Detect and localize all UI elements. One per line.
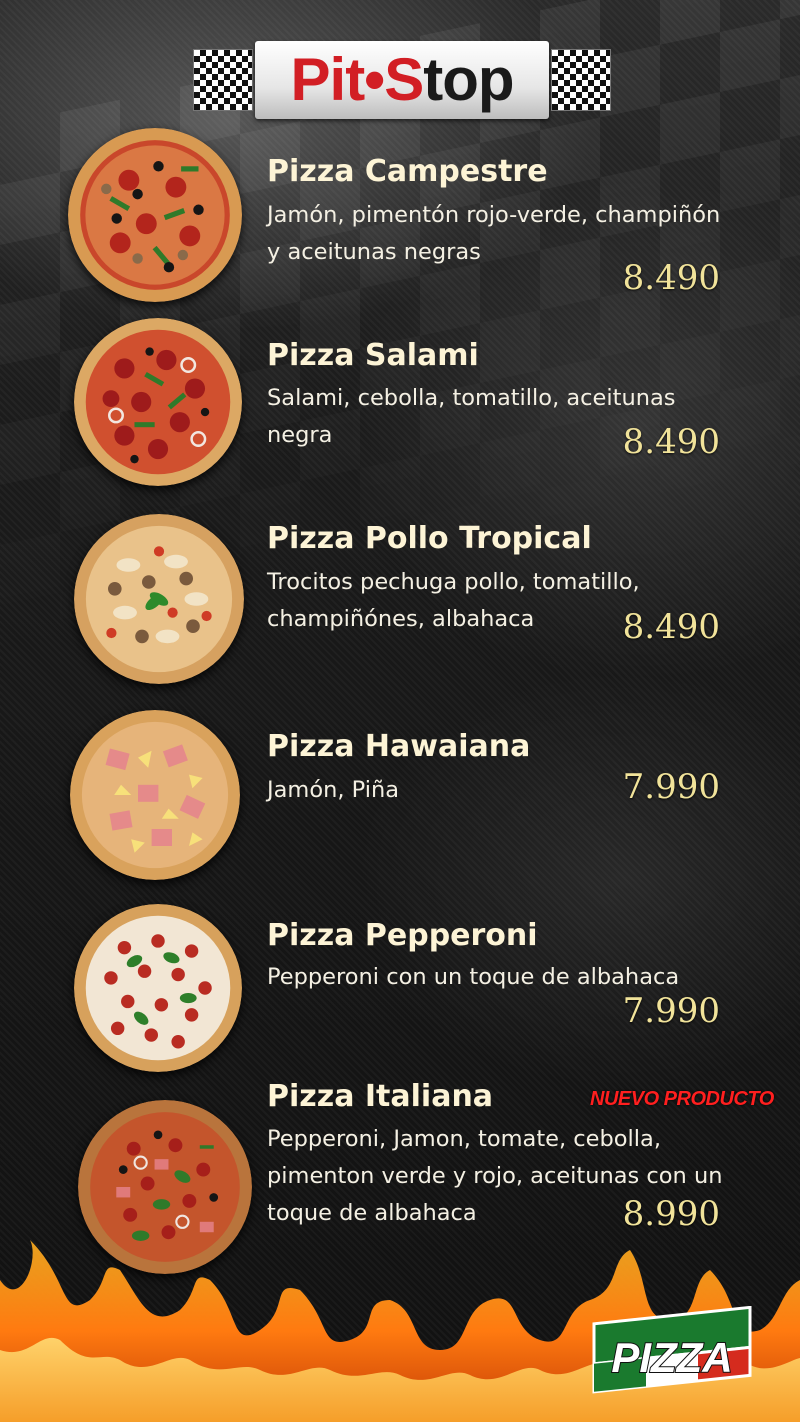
item-name: Pizza Pepperoni — [267, 918, 538, 953]
item-price: 8.990 — [622, 1194, 720, 1234]
item-price: 7.990 — [622, 991, 720, 1031]
checkered-flag-icon — [551, 49, 611, 111]
item-name: Pizza Salami — [267, 338, 479, 373]
logo-text-top: top — [423, 46, 514, 113]
pizza-hawaiana-image — [70, 710, 240, 880]
pizza-badge: PIZZA — [592, 1306, 752, 1394]
item-name: Pizza Pollo Tropical — [267, 521, 592, 556]
item-price: 8.490 — [622, 607, 720, 647]
item-price: 8.490 — [622, 258, 720, 298]
badge-text: PIZZA — [611, 1334, 732, 1381]
new-product-tag: NUEVO PRODUCTO — [590, 1088, 774, 1110]
logo-text-pit: Pit — [290, 46, 366, 113]
logo-plate: Pit • Stop — [255, 41, 549, 119]
item-name: Pizza Hawaiana — [267, 729, 531, 764]
pizza-pepperoni-image — [74, 904, 242, 1072]
logo-dot: • — [364, 46, 385, 113]
checkered-flag-icon — [193, 49, 253, 111]
item-price: 7.990 — [622, 767, 720, 807]
pizza-salami-image — [74, 318, 242, 486]
logo-text-s: S — [384, 46, 424, 113]
item-price: 8.490 — [622, 422, 720, 462]
item-name: Pizza Campestre — [267, 154, 548, 189]
item-name: Pizza Italiana — [267, 1079, 494, 1114]
pizza-pollo-tropical-image — [74, 514, 244, 684]
pit-stop-logo: Pit • Stop — [193, 38, 611, 122]
pizza-campestre-image — [68, 128, 242, 302]
